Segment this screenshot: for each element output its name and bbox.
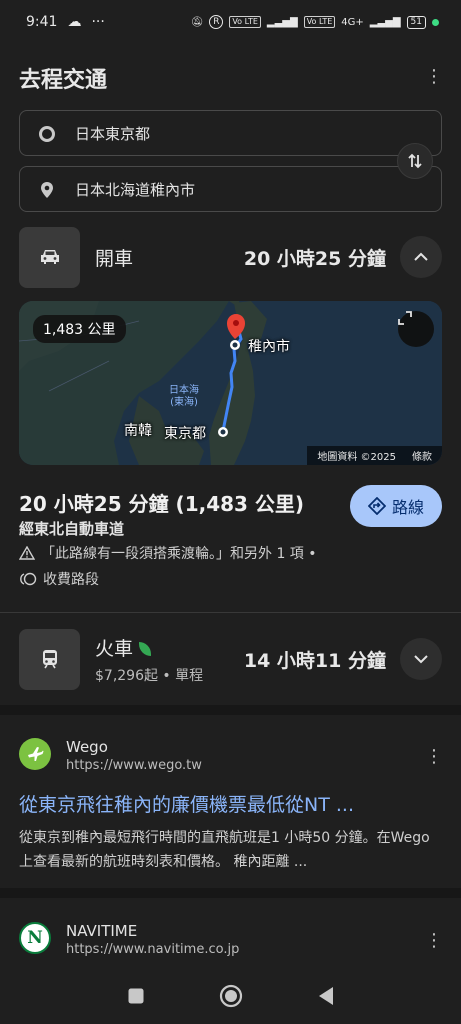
mute-icon: 🔕︎ — [190, 16, 204, 28]
search-result-navitime[interactable]: N NAVITIME https://www.navitime.co.jp ⋮ — [19, 922, 443, 962]
result-more-icon[interactable]: ⋮ — [425, 748, 443, 766]
back-button[interactable] — [317, 986, 335, 1006]
result-title-link[interactable]: 從東京飛往稚內的廉價機票最低從NT ... — [19, 790, 354, 817]
map-label-destination: 稚內市 — [248, 339, 290, 355]
train-duration: 14 小時11 分鐘 — [243, 649, 386, 672]
swap-icon — [408, 153, 422, 169]
system-nav-bar — [0, 968, 461, 1024]
expand-train-button[interactable] — [400, 638, 442, 680]
toll-road-info: 收費路段 — [19, 569, 99, 589]
status-bar: 9:41 ☁ ··· 🔕︎ R Vo LTE ▂▃▅▇ Vo LTE 4G+ ▂… — [0, 0, 461, 44]
home-button[interactable] — [219, 984, 243, 1008]
train-price: $7,296起 • 單程 — [95, 667, 204, 684]
car-icon — [40, 250, 59, 264]
map-label-korea: 南韓 — [124, 423, 152, 439]
train-option-row[interactable]: 火車 $7,296起 • 單程 14 小時11 分鐘 — [19, 628, 442, 690]
collapse-button[interactable] — [400, 236, 442, 278]
network-type-label: 4G+ — [341, 16, 364, 28]
expand-icon — [398, 311, 412, 325]
destination-field[interactable]: 日本北海道稚內市 — [19, 166, 442, 212]
expand-map-button[interactable] — [398, 311, 434, 347]
destination-value: 日本北海道稚內市 — [75, 180, 196, 199]
route-button-label: 路線 — [391, 498, 424, 517]
route-button[interactable]: 路線 — [350, 485, 442, 527]
battery-icon: 51 — [406, 15, 426, 29]
origin-circle-icon — [39, 126, 55, 142]
train-title: 火車 — [95, 634, 203, 661]
signal-icon-2: ▂▃▅▇ — [369, 16, 401, 28]
swap-button[interactable] — [397, 143, 433, 179]
airplane-icon — [28, 747, 44, 761]
result-url[interactable]: https://www.wego.tw — [66, 758, 202, 773]
drive-label: 開車 — [95, 247, 134, 270]
result-more-icon-2[interactable]: ⋮ — [425, 932, 443, 950]
drive-option-row[interactable]: 開車 20 小時25 分鐘 — [19, 226, 442, 288]
cloud-icon: ☁ — [67, 14, 82, 30]
warning-icon — [19, 546, 35, 560]
chevron-up-icon — [414, 252, 428, 261]
origin-value: 日本東京都 — [75, 124, 151, 143]
privacy-indicator-icon — [432, 18, 439, 26]
location-pin-icon — [41, 182, 53, 198]
navitime-logo-letter: N — [27, 928, 43, 948]
signal-icon: ▂▃▅▇ — [266, 16, 298, 28]
section-divider — [0, 612, 461, 613]
navitime-favicon: N — [19, 922, 51, 954]
route-summary: 20 小時25 分鐘 (1,483 公里) — [19, 492, 305, 516]
map-label-sea: 日本海 (東海) — [169, 385, 199, 408]
status-time: 9:41 — [26, 14, 58, 30]
toll-text: 收費路段 — [43, 572, 99, 588]
route-map[interactable]: 1,483 公里 稚內市 東京都 南韓 日本海 (東海) 地圖資料 ©2025 … — [19, 301, 442, 465]
registered-icon: R — [209, 15, 224, 29]
result-site-name: Wego — [66, 738, 108, 756]
directions-icon — [367, 497, 386, 515]
section-separator — [0, 705, 461, 715]
more-options-icon[interactable]: ⋮ — [425, 68, 443, 86]
route-warning-text: 「此路線有一段須搭乘渡輪。」和另外 1 項 • — [41, 546, 317, 562]
car-tile — [19, 226, 80, 288]
eco-leaf-icon — [139, 642, 152, 656]
map-terms-link[interactable]: 條款 — [412, 448, 432, 463]
train-tile — [19, 628, 80, 690]
search-result-wego[interactable]: Wego https://www.wego.tw ⋮ 從東京飛往稚內的廉價機票最… — [19, 738, 443, 878]
page-title: 去程交通 — [19, 68, 108, 93]
wego-favicon — [19, 738, 51, 770]
more-notifications-icon: ··· — [91, 14, 105, 30]
distance-pill: 1,483 公里 — [33, 315, 126, 343]
route-warning: 「此路線有一段須搭乘渡輪。」和另外 1 項 • — [19, 543, 317, 563]
map-label-origin: 東京都 — [164, 426, 206, 442]
toll-icon — [20, 572, 37, 586]
drive-duration: 20 小時25 分鐘 — [243, 247, 386, 270]
map-attribution: 地圖資料 ©2025 條款 — [307, 446, 442, 465]
volte-icon-2: Vo LTE — [303, 16, 336, 28]
map-data-credit: 地圖資料 ©2025 — [317, 452, 396, 463]
origin-field[interactable]: 日本東京都 — [19, 110, 442, 156]
volte-icon: Vo LTE — [229, 16, 261, 28]
section-separator-2 — [0, 888, 461, 898]
recents-button[interactable] — [127, 987, 145, 1005]
train-icon — [42, 650, 57, 669]
result-snippet: 從東京到稚內最短飛行時間的直飛航班是1 小時50 分鐘。在Wego 上查看最新的… — [19, 830, 430, 870]
train-label: 火車 — [95, 637, 134, 660]
chevron-down-icon — [414, 655, 428, 664]
train-info: 火車 $7,296起 • 單程 — [95, 634, 203, 685]
result-url-2[interactable]: https://www.navitime.co.jp — [66, 942, 239, 957]
result-site-name-2: NAVITIME — [66, 922, 138, 940]
route-via: 經東北自動車道 — [19, 520, 125, 538]
